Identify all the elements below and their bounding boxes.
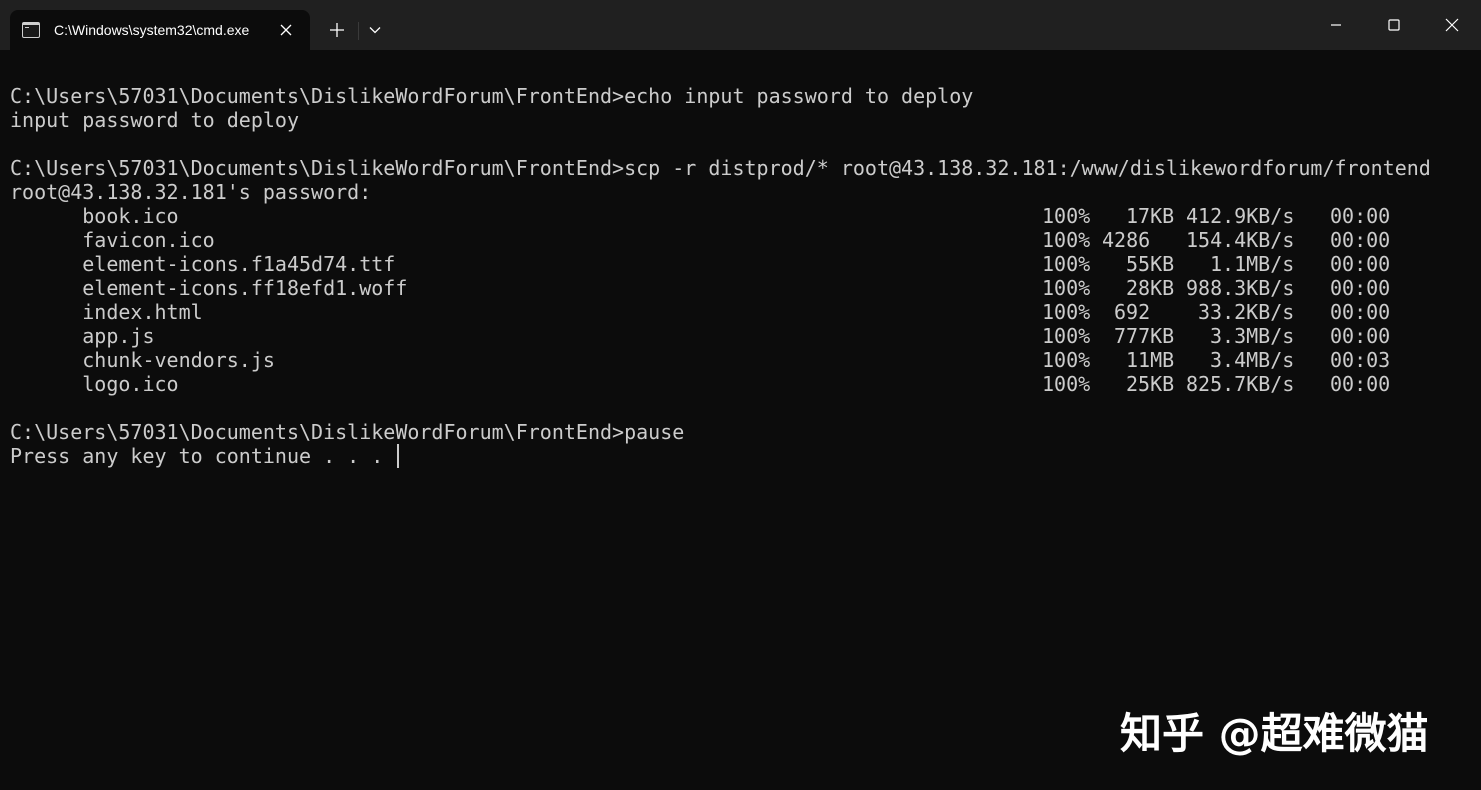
- scp-command-line: C:\Users\57031\Documents\DislikeWordForu…: [10, 156, 1431, 180]
- file-transfer-row: index.html 100% 692 33.2KB/s 00:00: [10, 300, 1450, 324]
- profile-dropdown-button[interactable]: [362, 14, 388, 46]
- file-percent: 100%: [1042, 324, 1091, 348]
- file-percent: 100%: [1042, 372, 1091, 396]
- file-time: 00:00: [1330, 204, 1391, 228]
- file-size: 55KB: [1126, 252, 1175, 276]
- tab-title: C:\Windows\system32\cmd.exe: [54, 22, 250, 38]
- text-cursor: [397, 444, 400, 468]
- file-size: 4286: [1102, 228, 1151, 252]
- file-size: 28KB: [1126, 276, 1175, 300]
- close-icon: [280, 24, 292, 36]
- file-name: element-icons.f1a45d74.ttf: [82, 252, 396, 276]
- pause-command-line: C:\Users\57031\Documents\DislikeWordForu…: [10, 420, 685, 444]
- file-percent: 100%: [1042, 300, 1091, 324]
- file-name: favicon.ico: [82, 228, 215, 252]
- new-tab-button[interactable]: [322, 14, 352, 46]
- pause-output-text: Press any key to continue . . .: [10, 444, 396, 468]
- file-transfer-row: logo.ico 100% 25KB 825.7KB/s 00:00: [10, 372, 1450, 396]
- file-name: element-icons.ff18efd1.woff: [82, 276, 408, 300]
- file-percent: 100%: [1042, 276, 1091, 300]
- file-percent: 100%: [1042, 204, 1091, 228]
- file-time: 00:00: [1330, 276, 1391, 300]
- file-name: index.html: [82, 300, 203, 324]
- file-rate: 412.9KB/s: [1186, 204, 1295, 228]
- file-size: 692: [1114, 300, 1151, 324]
- cmd-icon: [22, 22, 40, 38]
- file-size: 25KB: [1126, 372, 1175, 396]
- file-name: chunk-vendors.js: [82, 348, 275, 372]
- file-rate: 825.7KB/s: [1186, 372, 1295, 396]
- file-time: 00:00: [1330, 228, 1391, 252]
- file-percent: 100%: [1042, 228, 1091, 252]
- echo-output-line: input password to deploy: [10, 108, 299, 132]
- file-transfer-row: element-icons.f1a45d74.ttf 100% 55KB 1.1…: [10, 252, 1450, 276]
- maximize-icon: [1388, 19, 1400, 31]
- file-rate: 3.4MB/s: [1210, 348, 1295, 372]
- tab-cmd[interactable]: C:\Windows\system32\cmd.exe: [10, 10, 310, 50]
- file-name: app.js: [82, 324, 155, 348]
- minimize-icon: [1331, 24, 1341, 26]
- chevron-down-icon: [369, 27, 381, 34]
- echo-command-line: C:\Users\57031\Documents\DislikeWordForu…: [10, 84, 974, 108]
- tab-separator: [358, 22, 359, 40]
- minimize-button[interactable]: [1307, 0, 1365, 50]
- file-rate: 33.2KB/s: [1198, 300, 1295, 324]
- close-window-button[interactable]: [1423, 0, 1481, 50]
- file-time: 00:03: [1330, 348, 1391, 372]
- file-name: logo.ico: [82, 372, 179, 396]
- file-size: 11MB: [1126, 348, 1175, 372]
- file-rate: 3.3MB/s: [1210, 324, 1295, 348]
- watermark-text: 知乎 @超难微猫: [1120, 709, 1429, 758]
- file-time: 00:00: [1330, 252, 1391, 276]
- terminal-window: C:\Windows\system32\cmd.exe C:\Users\570…: [0, 0, 1481, 790]
- file-transfer-row: chunk-vendors.js 100% 11MB 3.4MB/s 00:03: [10, 348, 1450, 372]
- file-transfer-row: book.ico 100% 17KB 412.9KB/s 00:00: [10, 204, 1450, 228]
- tab-close-button[interactable]: [276, 20, 296, 40]
- plus-icon: [330, 23, 344, 37]
- file-time: 00:00: [1330, 300, 1391, 324]
- file-percent: 100%: [1042, 348, 1091, 372]
- close-icon: [1445, 18, 1459, 32]
- file-time: 00:00: [1330, 372, 1391, 396]
- console-output[interactable]: C:\Users\57031\Documents\DislikeWordForu…: [10, 84, 1450, 484]
- file-transfer-row: element-icons.ff18efd1.woff 100% 28KB 98…: [10, 276, 1450, 300]
- password-prompt-line: root@43.138.32.181's password:: [10, 180, 372, 204]
- file-percent: 100%: [1042, 252, 1091, 276]
- title-bar: C:\Windows\system32\cmd.exe: [0, 0, 1481, 50]
- file-name: book.ico: [82, 204, 179, 228]
- file-rate: 154.4KB/s: [1186, 228, 1295, 252]
- file-transfer-row: app.js 100% 777KB 3.3MB/s 00:00: [10, 324, 1450, 348]
- file-transfer-row: favicon.ico 100% 4286 154.4KB/s 00:00: [10, 228, 1450, 252]
- maximize-button[interactable]: [1365, 0, 1423, 50]
- file-size: 777KB: [1114, 324, 1175, 348]
- file-rate: 988.3KB/s: [1186, 276, 1295, 300]
- file-rate: 1.1MB/s: [1210, 252, 1295, 276]
- file-time: 00:00: [1330, 324, 1391, 348]
- pause-output-line: Press any key to continue . . .: [10, 444, 1450, 468]
- file-size: 17KB: [1126, 204, 1175, 228]
